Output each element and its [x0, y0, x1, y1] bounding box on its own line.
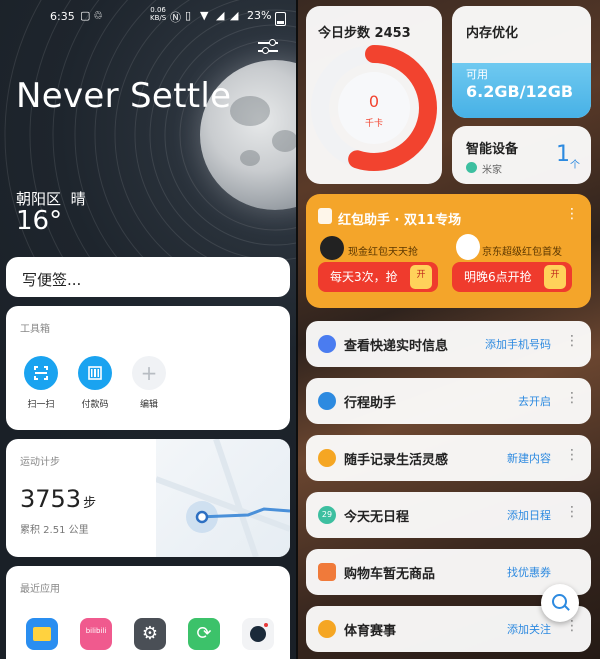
battery-icon — [275, 12, 286, 26]
row-title: 购物车暂无商品 — [344, 567, 436, 582]
battery-text: 23% — [247, 9, 272, 22]
route-map-image — [154, 439, 290, 557]
barcode-icon — [78, 356, 112, 390]
tmall-subtitle: 现金红包天天抢 — [348, 247, 418, 258]
calendar-icon: 29 — [318, 506, 336, 524]
status-bar: 6:35 ▢ ♲ 0.06 KB/S Ⓝ ▯ ▼ ◢ ◢ 23% — [0, 6, 298, 26]
scan-icon — [24, 356, 58, 390]
today-steps-card[interactable]: 今日步数 2453 0 千卡 — [306, 6, 442, 184]
edit-tools-button[interactable]: + 编辑 — [126, 356, 172, 410]
devices-count: 1 — [556, 142, 570, 167]
wifi-icon: ▼ — [200, 9, 209, 22]
jd-dog-icon — [456, 234, 480, 260]
assistant-panel: 今日步数 2453 0 千卡 内存优化 可用 6.2GB/12GB 智能设备 米… — [298, 0, 600, 659]
step-counter-card[interactable]: 运动计步 3753 步 累积 2.51 公里 — [6, 439, 290, 557]
steps-count: 3753 步 — [20, 485, 97, 513]
signal-1-icon: ◢ — [216, 9, 225, 22]
red-packet-title: 红包助手 · 双11专场 — [338, 213, 462, 228]
plus-icon: + — [132, 356, 166, 390]
memory-available-label: 可用 — [466, 68, 488, 81]
memory-optimize-card[interactable]: 内存优化 可用 6.2GB/12GB — [452, 6, 591, 118]
calories-value: 0 — [368, 92, 380, 111]
row-title: 今天无日程 — [344, 510, 410, 525]
memory-available-value: 6.2GB/12GB — [466, 82, 574, 101]
search-button[interactable] — [541, 584, 579, 622]
trip-assistant-row[interactable]: 行程助手 去开启 ⋮ — [306, 378, 591, 424]
pencil-icon — [318, 449, 336, 467]
find-coupon-link[interactable]: 找优惠券 — [507, 564, 551, 580]
payment-code-button[interactable]: 付款码 — [72, 356, 118, 410]
steps-title: 运动计步 — [20, 457, 60, 468]
sliders-icon[interactable] — [258, 38, 278, 56]
gallery-app-icon[interactable] — [26, 618, 58, 650]
notes-inspiration-row[interactable]: 随手记录生活灵感 新建内容 ⋮ — [306, 435, 591, 481]
scan-button[interactable]: 扫一扫 — [18, 356, 64, 410]
row-title: 随手记录生活灵感 — [344, 453, 449, 468]
nfc-icon: Ⓝ — [170, 11, 181, 24]
coin-icon: 开 — [544, 265, 566, 289]
trophy-icon — [318, 620, 336, 638]
sync-app-icon[interactable]: ⟳ — [188, 618, 220, 650]
tmall-grab-button[interactable]: 每天3次，抢 开 — [318, 262, 438, 292]
schedule-row[interactable]: 29 今天无日程 添加日程 ⋮ — [306, 492, 591, 538]
home-screen-panel: 6:35 ▢ ♲ 0.06 KB/S Ⓝ ▯ ▼ ◢ ◢ 23% Never Se… — [0, 0, 298, 659]
network-speed: 0.06 KB/S — [150, 6, 167, 22]
row-title: 体育赛事 — [344, 624, 397, 639]
recent-apps-title: 最近应用 — [20, 584, 60, 595]
toolbox-title: 工具箱 — [20, 324, 50, 335]
coin-icon: 开 — [410, 265, 432, 289]
jd-grab-button[interactable]: 明晚6点开抢 开 — [452, 262, 572, 292]
plane-icon — [318, 392, 336, 410]
add-schedule-link[interactable]: 添加日程 — [507, 507, 551, 523]
mijia-icon — [466, 162, 477, 173]
more-icon[interactable]: ⋮ — [565, 504, 579, 520]
steps-distance: 累积 2.51 公里 — [20, 525, 89, 536]
recent-apps-card: 最近应用 bilibili ⚙ ⟳ — [6, 566, 290, 659]
status-time: 6:35 — [50, 10, 75, 23]
devices-count-unit: 个 — [570, 160, 580, 171]
red-packet-card[interactable]: 红包助手 · 双11专场 ⋮ 现金红包天天抢 京东超级红包首发 每天3次，抢 开… — [306, 194, 591, 308]
jd-subtitle: 京东超级红包首发 — [482, 247, 562, 258]
red-packet-more-icon[interactable]: ⋮ — [565, 206, 579, 222]
new-content-link[interactable]: 新建内容 — [507, 450, 551, 466]
calories-unit: 千卡 — [364, 119, 383, 129]
follow-link[interactable]: 添加关注 — [507, 621, 551, 637]
package-icon — [318, 335, 336, 353]
row-title: 行程助手 — [344, 396, 397, 411]
smart-devices-card[interactable]: 智能设备 米家 1 个 — [452, 126, 591, 184]
signal-2-icon: ◢ — [230, 9, 239, 22]
devices-source: 米家 — [482, 165, 502, 176]
settings-app-icon[interactable]: ⚙ — [134, 618, 166, 650]
add-phone-link[interactable]: 添加手机号码 — [485, 336, 551, 352]
enable-link[interactable]: 去开启 — [518, 393, 551, 409]
note-placeholder: 写便签... — [22, 271, 82, 289]
cart-icon — [318, 563, 336, 581]
row-title: 查看快递实时信息 — [344, 339, 449, 354]
camera-app-icon[interactable] — [242, 618, 274, 650]
red-packet-icon — [318, 208, 332, 224]
express-tracking-row[interactable]: 查看快递实时信息 添加手机号码 ⋮ — [306, 321, 591, 367]
screenshot-icon: ▢ — [80, 9, 91, 22]
memory-title: 内存优化 — [466, 26, 519, 41]
recycle-icon: ♲ — [93, 9, 103, 22]
more-icon[interactable]: ⋮ — [565, 447, 579, 463]
toolbox-card: 工具箱 扫一扫 付款码 + 编辑 — [6, 306, 290, 430]
more-icon[interactable]: ⋮ — [565, 333, 579, 349]
weather-temperature[interactable]: 16° — [16, 206, 62, 236]
devices-title: 智能设备 — [466, 142, 519, 157]
bilibili-app-icon[interactable]: bilibili — [80, 618, 112, 650]
vibrate-icon: ▯ — [185, 9, 192, 22]
quick-note-field[interactable]: 写便签... — [6, 257, 290, 297]
more-icon[interactable]: ⋮ — [565, 390, 579, 406]
tmall-cat-icon — [320, 236, 344, 260]
home-title: Never Settle — [16, 76, 232, 116]
